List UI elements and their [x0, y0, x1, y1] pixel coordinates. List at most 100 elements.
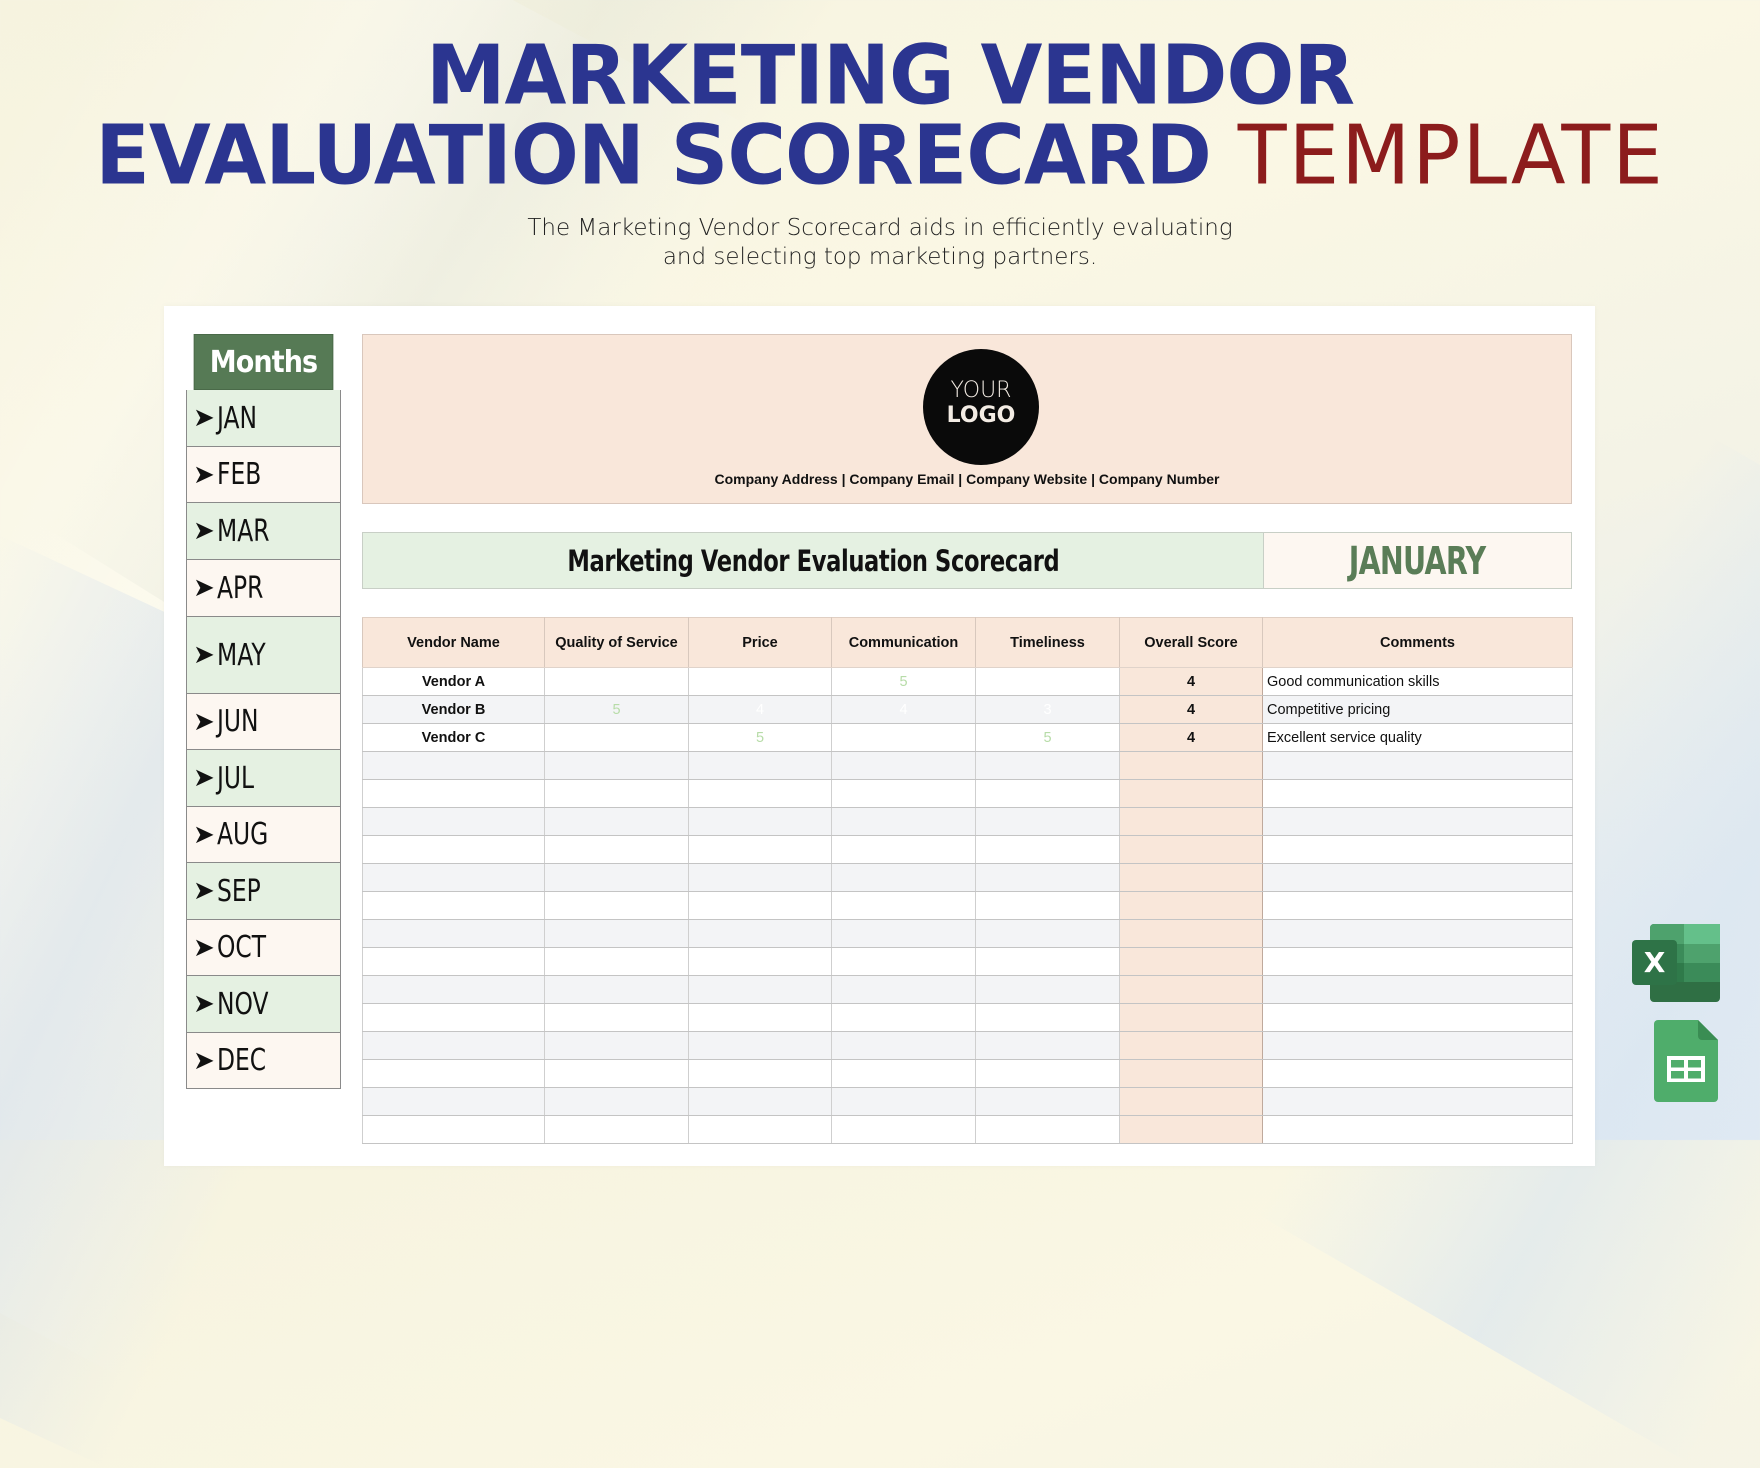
month-link-aug[interactable]: ➤ AUG — [186, 807, 341, 863]
cell-communication[interactable] — [831, 947, 976, 976]
cell-overall[interactable]: 4 — [1119, 695, 1263, 724]
cell-quality[interactable] — [544, 975, 689, 1004]
month-link-apr[interactable]: ➤ APR — [186, 560, 341, 617]
cell-quality[interactable] — [544, 835, 689, 864]
company-info[interactable]: Company Address | Company Email | Compan… — [363, 471, 1571, 487]
cell-timeliness[interactable] — [975, 975, 1120, 1004]
cell-communication[interactable] — [831, 863, 976, 892]
month-link-feb[interactable]: ➤ FEB — [186, 447, 341, 503]
cell-overall[interactable] — [1119, 751, 1263, 780]
cell-communication[interactable] — [831, 835, 976, 864]
cell-quality[interactable] — [544, 723, 689, 752]
cell-communication[interactable]: 5 — [831, 667, 976, 696]
cell-timeliness[interactable] — [975, 779, 1120, 808]
cell-timeliness[interactable] — [975, 919, 1120, 948]
cell-quality[interactable] — [544, 779, 689, 808]
scorecard-title-cell[interactable]: Marketing Vendor Evaluation Scorecard — [363, 533, 1264, 588]
cell-overall[interactable] — [1119, 891, 1263, 920]
cell-vendor[interactable] — [362, 1087, 545, 1116]
cell-vendor[interactable]: Vendor A — [362, 667, 545, 696]
cell-quality[interactable] — [544, 807, 689, 836]
column-header-overall-score[interactable]: Overall Score — [1119, 617, 1263, 668]
cell-price[interactable] — [688, 807, 832, 836]
cell-comments[interactable]: Competitive pricing — [1262, 695, 1573, 724]
cell-vendor[interactable]: Vendor B — [362, 695, 545, 724]
month-link-oct[interactable]: ➤ OCT — [186, 920, 341, 976]
cell-comments[interactable] — [1262, 1087, 1573, 1116]
cell-timeliness[interactable] — [975, 667, 1120, 696]
cell-vendor[interactable]: Vendor C — [362, 723, 545, 752]
cell-communication[interactable] — [831, 1115, 976, 1144]
cell-comments[interactable] — [1262, 1059, 1573, 1088]
cell-price[interactable] — [688, 667, 832, 696]
cell-communication[interactable] — [831, 1031, 976, 1060]
cell-timeliness[interactable] — [975, 891, 1120, 920]
cell-comments[interactable] — [1262, 1031, 1573, 1060]
cell-vendor[interactable] — [362, 779, 545, 808]
column-header-communication[interactable]: Communication — [831, 617, 976, 668]
cell-communication[interactable] — [831, 1003, 976, 1032]
cell-price[interactable] — [688, 1087, 832, 1116]
cell-comments[interactable] — [1262, 947, 1573, 976]
cell-comments[interactable] — [1262, 779, 1573, 808]
cell-quality[interactable] — [544, 1087, 689, 1116]
cell-price[interactable] — [688, 863, 832, 892]
cell-timeliness[interactable] — [975, 835, 1120, 864]
month-link-jul[interactable]: ➤ JUL — [186, 750, 341, 807]
cell-timeliness[interactable] — [975, 751, 1120, 780]
cell-vendor[interactable] — [362, 1003, 545, 1032]
cell-price[interactable] — [688, 919, 832, 948]
cell-timeliness[interactable] — [975, 947, 1120, 976]
cell-price[interactable] — [688, 779, 832, 808]
company-logo[interactable]: YOUR LOGO — [923, 349, 1039, 465]
cell-communication[interactable] — [831, 807, 976, 836]
month-link-nov[interactable]: ➤ NOV — [186, 976, 341, 1033]
cell-timeliness[interactable]: 5 — [975, 723, 1120, 752]
scorecard-month-cell[interactable]: JANUARY — [1264, 533, 1571, 588]
cell-comments[interactable] — [1262, 975, 1573, 1004]
cell-vendor[interactable] — [362, 891, 545, 920]
cell-quality[interactable] — [544, 947, 689, 976]
cell-vendor[interactable] — [362, 1031, 545, 1060]
cell-overall[interactable] — [1119, 1031, 1263, 1060]
cell-vendor[interactable] — [362, 1115, 545, 1144]
column-header-comments[interactable]: Comments — [1262, 617, 1573, 668]
cell-price[interactable]: 4 — [688, 695, 832, 724]
cell-communication[interactable] — [831, 1059, 976, 1088]
cell-quality[interactable] — [544, 1003, 689, 1032]
cell-timeliness[interactable] — [975, 1031, 1120, 1060]
cell-timeliness[interactable] — [975, 807, 1120, 836]
cell-vendor[interactable] — [362, 807, 545, 836]
cell-quality[interactable] — [544, 863, 689, 892]
cell-quality[interactable] — [544, 919, 689, 948]
cell-overall[interactable] — [1119, 1087, 1263, 1116]
cell-overall[interactable] — [1119, 835, 1263, 864]
cell-comments[interactable] — [1262, 919, 1573, 948]
cell-communication[interactable] — [831, 975, 976, 1004]
cell-quality[interactable]: 5 — [544, 695, 689, 724]
cell-overall[interactable] — [1119, 947, 1263, 976]
cell-price[interactable] — [688, 891, 832, 920]
cell-comments[interactable] — [1262, 1003, 1573, 1032]
cell-quality[interactable] — [544, 1031, 689, 1060]
month-link-may[interactable]: ➤ MAY — [186, 617, 341, 694]
excel-icon[interactable]: X — [1632, 924, 1720, 1002]
cell-overall[interactable] — [1119, 807, 1263, 836]
column-header-timeliness[interactable]: Timeliness — [975, 617, 1120, 668]
column-header-quality-of-service[interactable]: Quality of Service — [544, 617, 689, 668]
cell-comments[interactable] — [1262, 835, 1573, 864]
cell-vendor[interactable] — [362, 919, 545, 948]
cell-vendor[interactable] — [362, 863, 545, 892]
cell-overall[interactable] — [1119, 779, 1263, 808]
cell-price[interactable] — [688, 947, 832, 976]
cell-vendor[interactable] — [362, 975, 545, 1004]
cell-price[interactable] — [688, 1031, 832, 1060]
cell-timeliness[interactable] — [975, 863, 1120, 892]
cell-overall[interactable]: 4 — [1119, 667, 1263, 696]
cell-comments[interactable] — [1262, 1115, 1573, 1144]
cell-overall[interactable] — [1119, 863, 1263, 892]
cell-quality[interactable] — [544, 1059, 689, 1088]
cell-price[interactable] — [688, 975, 832, 1004]
cell-vendor[interactable] — [362, 835, 545, 864]
month-link-jan[interactable]: ➤ JAN — [186, 390, 341, 447]
